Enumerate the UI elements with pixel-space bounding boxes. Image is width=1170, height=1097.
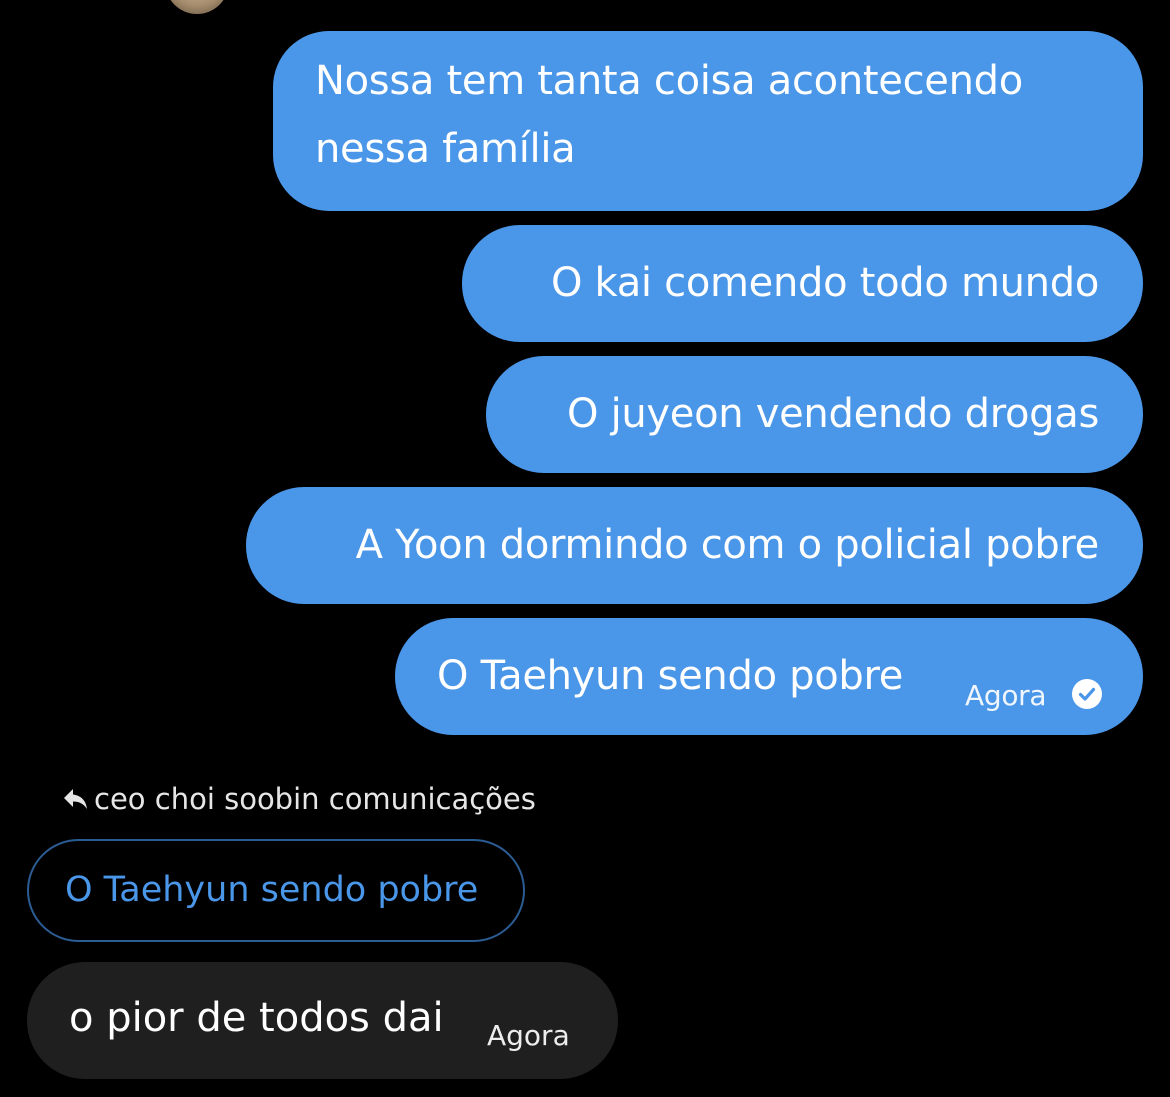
outgoing-message[interactable]: O kai comendo todo mundo xyxy=(462,225,1143,342)
message-timestamp: Agora xyxy=(487,1019,570,1052)
outgoing-message[interactable]: O juyeon vendendo drogas xyxy=(486,356,1143,473)
quoted-text: O Taehyun sendo pobre xyxy=(65,870,479,910)
message-text: A Yoon dormindo com o policial pobre xyxy=(355,522,1100,568)
outgoing-message[interactable]: A Yoon dormindo com o policial pobre xyxy=(246,487,1143,604)
message-text: O juyeon vendendo drogas xyxy=(566,391,1099,437)
message-text: O Taehyun sendo pobre xyxy=(437,653,904,699)
sender-avatar[interactable] xyxy=(165,0,229,14)
reply-arrow-icon xyxy=(64,789,87,809)
reply-sender-name: ceo choi soobin comunicações xyxy=(94,782,536,816)
quoted-message[interactable]: O Taehyun sendo pobre xyxy=(27,839,525,942)
outgoing-message[interactable]: Nossa tem tanta coisa acontecendo nessa … xyxy=(273,31,1143,211)
message-timestamp: Agora xyxy=(965,679,1047,712)
outgoing-message[interactable]: O Taehyun sendo pobre Agora xyxy=(395,618,1143,735)
read-check-icon xyxy=(1072,679,1102,709)
message-text: o pior de todos dai xyxy=(69,995,444,1041)
incoming-message[interactable]: o pior de todos dai Agora xyxy=(27,962,618,1079)
message-text: Nossa tem tanta coisa acontecendo nessa … xyxy=(315,58,1023,172)
reply-context: ceo choi soobin comunicações xyxy=(62,780,536,818)
message-text: O kai comendo todo mundo xyxy=(550,260,1099,306)
